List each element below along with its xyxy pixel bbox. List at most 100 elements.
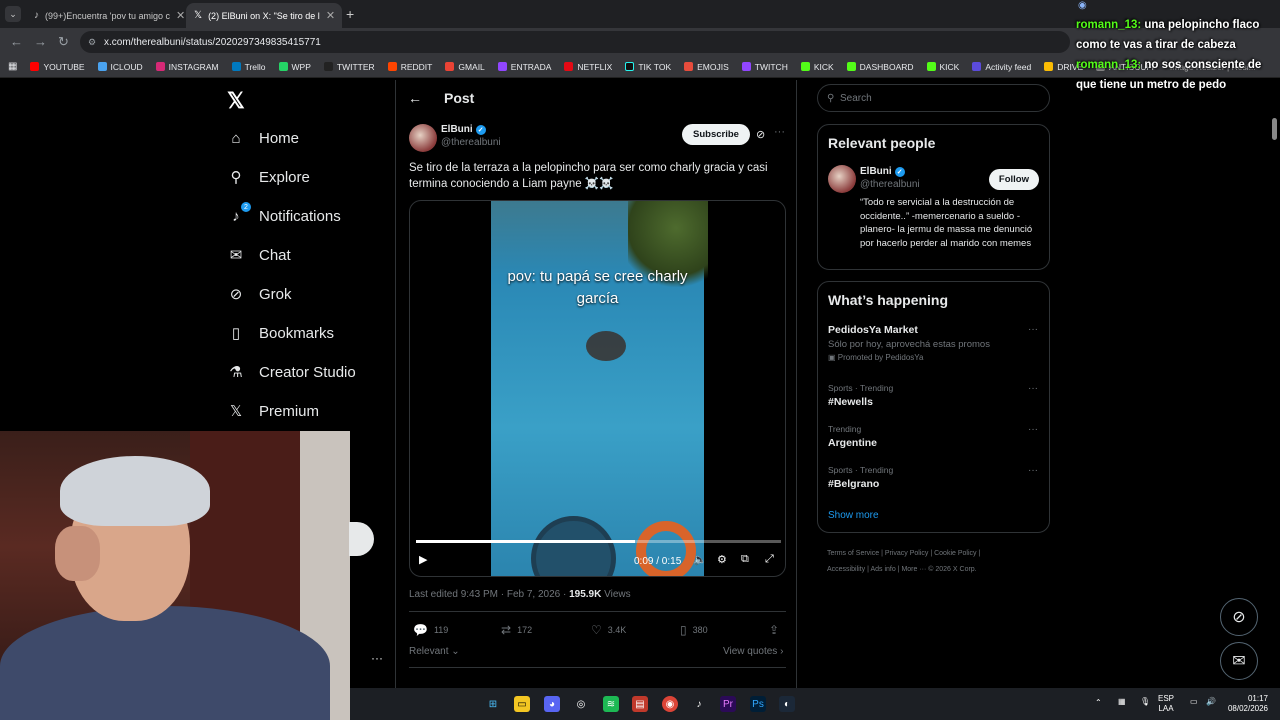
back-icon[interactable]: ← xyxy=(10,34,23,49)
apps-icon[interactable]: ▦ xyxy=(8,61,17,72)
bookmark[interactable]: TIK TOK xyxy=(625,62,671,72)
bookmark[interactable]: Activity feed xyxy=(972,62,1031,72)
start-icon[interactable]: ⊞ xyxy=(485,696,501,712)
scroll-handle[interactable] xyxy=(349,522,374,556)
avatar[interactable] xyxy=(409,124,437,152)
discord-icon[interactable]: ◕ xyxy=(544,696,560,712)
bookmark[interactable]: TWITCH xyxy=(741,62,788,72)
settings-icon[interactable]: ⚙ xyxy=(717,553,727,566)
forward-icon[interactable]: → xyxy=(34,34,47,49)
show-more-link[interactable]: Show more xyxy=(828,510,879,521)
chrome-icon[interactable]: ◉ xyxy=(662,696,678,712)
bookmark[interactable]: DASHBOARD xyxy=(846,62,914,72)
bookmark[interactable]: YOUTUBE xyxy=(30,62,85,72)
scrollbar[interactable] xyxy=(1272,118,1277,140)
volume-icon[interactable]: 🔈 xyxy=(693,553,707,566)
like-button[interactable]: ♡ 3.4K xyxy=(591,623,626,637)
bookmark[interactable]: ICLOUD xyxy=(97,62,143,72)
more-icon[interactable]: ··· xyxy=(1028,465,1038,476)
messages-fab[interactable]: ✉ xyxy=(1220,642,1258,680)
bookmark[interactable]: KICK xyxy=(800,62,834,72)
more-icon[interactable]: ··· xyxy=(774,126,785,138)
video-progress-bar[interactable] xyxy=(416,540,781,543)
nav-home[interactable]: ⌂ Home xyxy=(227,129,299,147)
footer-links[interactable]: Terms of Service | Privacy Policy | Cook… xyxy=(827,546,1052,578)
tiktok-live-icon[interactable]: ♪ xyxy=(691,696,707,712)
site-info-icon[interactable]: ⚙ xyxy=(88,37,96,48)
steam-icon[interactable]: ◐ xyxy=(779,696,795,712)
network-icon[interactable]: ▭ xyxy=(1190,697,1198,707)
reply-sort-dropdown[interactable]: Relevant ⌄ xyxy=(409,646,460,657)
bookmark[interactable]: NETFLIX xyxy=(564,62,612,72)
repost-button[interactable]: ⇄ 172 xyxy=(501,623,532,637)
file-explorer-icon[interactable]: ▭ xyxy=(514,696,530,712)
trend-item[interactable]: PedidosYa Market Sólo por hoy, aprovechá… xyxy=(828,324,1038,362)
nav-explore[interactable]: ⚲ Explore xyxy=(227,168,310,187)
nav-premium[interactable]: 𝕏 Premium xyxy=(227,402,319,421)
nav-notifications[interactable]: ♪ 2 Notifications xyxy=(227,202,341,225)
trend-item[interactable]: Trending Argentine ··· xyxy=(828,424,1038,449)
app-icon[interactable]: ▤ xyxy=(632,696,648,712)
bookmark[interactable]: INSTAGRAM xyxy=(155,62,219,72)
subscribe-button[interactable]: Subscribe xyxy=(682,124,750,145)
more-icon[interactable]: ··· xyxy=(1028,324,1038,335)
close-icon[interactable]: ✕ xyxy=(176,9,184,22)
bookmark[interactable]: GMAIL xyxy=(445,62,485,72)
trend-item[interactable]: Sports · Trending #Belgrano ··· xyxy=(828,465,1038,490)
tab-search-button[interactable]: ⌄ xyxy=(5,6,21,22)
pip-icon[interactable]: ⧉ xyxy=(741,553,749,566)
bookmark[interactable]: ENTRADA xyxy=(497,62,551,72)
play-icon[interactable]: ▶ xyxy=(419,553,427,566)
author-block[interactable]: ElBuni ✓ @therealbuni xyxy=(441,124,501,148)
promoted-label: ▣ Promoted by PedidosYa xyxy=(828,353,924,362)
address-bar[interactable]: ⚙ x.com/therealbuni/status/2020297349835… xyxy=(80,31,1070,53)
more-icon[interactable]: ··· xyxy=(1028,383,1038,394)
tab-x[interactable]: 𝕏 (2) ElBuni on X: "Se tiro de l ✕ xyxy=(186,3,342,28)
nav-chat[interactable]: ✉ Chat xyxy=(227,246,291,265)
view-quotes-link[interactable]: View quotes › xyxy=(723,646,783,657)
nav-creator-studio[interactable]: ⚗ Creator Studio xyxy=(227,363,355,382)
microphone-icon[interactable]: 🎙 xyxy=(1140,697,1150,707)
bookmark[interactable]: KICK xyxy=(926,62,959,72)
bookmark[interactable]: WPP xyxy=(278,62,311,72)
reload-icon[interactable]: ↻ xyxy=(58,34,69,50)
bookmark[interactable]: Trello xyxy=(231,62,266,72)
new-tab-button[interactable]: + xyxy=(346,6,354,22)
bookmark-icon: ▯ xyxy=(231,325,241,342)
photoshop-icon[interactable]: Ps xyxy=(750,696,766,712)
tray-chevron-icon[interactable]: ⌃ xyxy=(1095,698,1102,708)
bookmark[interactable]: TWITTER xyxy=(323,62,375,72)
tray-app-icon[interactable]: ▦ xyxy=(1118,697,1126,707)
obs-icon[interactable]: ◎ xyxy=(573,696,589,712)
person-info[interactable]: ElBuni ✓ @therealbuni xyxy=(860,166,920,190)
tab-tiktok[interactable]: ♪ (99+)Encuentra 'pov tu amigo c ✕ xyxy=(26,3,184,28)
volume-icon[interactable]: 🔊 xyxy=(1206,697,1216,707)
bookmark[interactable]: EMOJIS xyxy=(684,62,729,72)
premiere-icon[interactable]: Pr xyxy=(720,696,736,712)
video-player[interactable]: pov: tu papá se cree charly garcía ▶ 0:0… xyxy=(409,200,786,577)
search-input[interactable]: ⚲ Search xyxy=(817,84,1050,112)
grok-fab[interactable]: ⊘ xyxy=(1220,598,1258,636)
more-icon[interactable]: ··· xyxy=(1028,424,1038,435)
avatar[interactable] xyxy=(828,165,856,193)
reply-button[interactable]: 💬 119 xyxy=(413,623,448,637)
nav-grok[interactable]: ⊘ Grok xyxy=(227,285,292,304)
nav-bookmarks[interactable]: ▯ Bookmarks xyxy=(227,324,334,343)
bookmark[interactable]: REDDIT xyxy=(387,62,432,72)
whats-happening-card: What’s happening PedidosYa Market Sólo p… xyxy=(817,281,1050,533)
grok-icon[interactable]: ⊘ xyxy=(756,128,765,141)
bookmark-button[interactable]: ▯ 380 xyxy=(680,623,708,637)
back-arrow-icon[interactable]: ← xyxy=(408,90,422,106)
video-frame[interactable]: pov: tu papá se cree charly garcía xyxy=(491,201,708,576)
trend-item[interactable]: Sports · Trending #Newells ··· xyxy=(828,383,1038,408)
share-button[interactable]: ⇪ xyxy=(769,623,779,637)
close-icon[interactable]: ✕ xyxy=(326,9,335,22)
x-logo-icon[interactable]: 𝕏 xyxy=(227,88,245,114)
person-name: ElBuni xyxy=(860,166,892,177)
more-icon[interactable]: ··· xyxy=(371,651,383,665)
spotify-icon[interactable]: ≋ xyxy=(603,696,619,712)
fullscreen-icon[interactable]: ⤢ xyxy=(765,553,774,566)
follow-button[interactable]: Follow xyxy=(988,169,1039,190)
language-indicator[interactable]: ESP LAA xyxy=(1158,694,1174,714)
clock[interactable]: 01:17 08/02/2026 xyxy=(1223,694,1268,714)
